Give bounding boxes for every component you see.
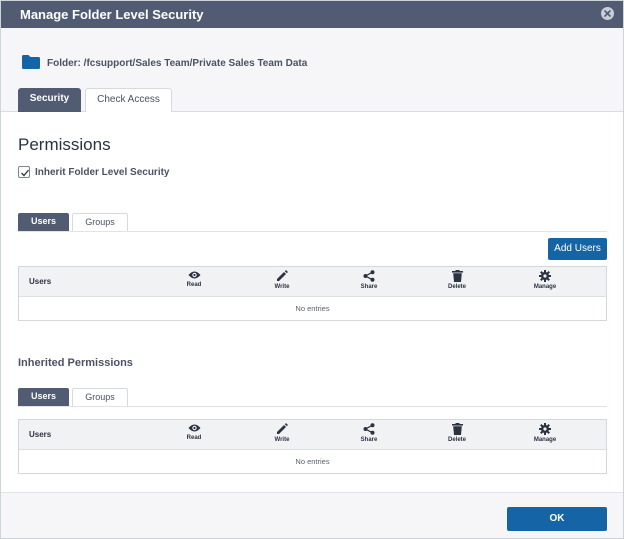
gear-icon: [539, 270, 551, 282]
tab-inherited-groups[interactable]: Groups: [72, 388, 128, 406]
manage-folder-security-dialog: Manage Folder Level Security Folder: /fc…: [0, 0, 624, 539]
trash-icon: [451, 423, 463, 435]
column-write-label: Write: [274, 284, 290, 290]
tab-check-access[interactable]: Check Access: [85, 88, 172, 112]
tab-divider: [18, 231, 607, 232]
column-read-label: Read: [186, 282, 202, 288]
trash-icon: [451, 270, 463, 282]
column-users: Users: [29, 430, 52, 439]
column-share: Share: [349, 270, 389, 290]
column-manage-label: Manage: [533, 437, 557, 443]
empty-message: No entries: [295, 457, 330, 466]
dialog-title: Manage Folder Level Security: [20, 7, 204, 22]
tab-security[interactable]: Security: [18, 88, 81, 112]
folder-icon: [22, 55, 40, 74]
column-manage: Manage: [525, 270, 565, 290]
table-header: Users Read Write Share Delete Manage: [19, 420, 606, 450]
inherited-permissions-table: Users Read Write Share Delete Manage No …: [18, 419, 607, 474]
column-delete-label: Delete: [447, 284, 466, 290]
close-icon[interactable]: [601, 7, 614, 20]
empty-message: No entries: [295, 304, 330, 313]
column-delete: Delete: [437, 423, 477, 443]
ok-button[interactable]: OK: [507, 507, 607, 531]
column-write: Write: [262, 423, 302, 443]
tab-inherited-users[interactable]: Users: [18, 388, 69, 406]
dialog-titlebar: Manage Folder Level Security: [1, 1, 623, 28]
column-users: Users: [29, 277, 52, 286]
column-share-label: Share: [360, 437, 378, 443]
pencil-icon: [277, 423, 288, 434]
gear-icon: [539, 423, 551, 435]
column-share: Share: [349, 423, 389, 443]
column-write-label: Write: [274, 437, 290, 443]
eye-icon: [188, 424, 200, 432]
inherited-permissions-heading: Inherited Permissions: [18, 357, 133, 369]
column-read: Read: [174, 423, 214, 441]
folder-path: Folder: /fcsupport/Sales Team/Private Sa…: [47, 58, 308, 69]
tab-permissions-groups[interactable]: Groups: [72, 213, 128, 231]
permissions-table: Users Read Write Share Delete Manage No …: [18, 266, 607, 321]
add-users-button[interactable]: Add Users: [548, 238, 607, 260]
share-icon: [363, 423, 375, 435]
column-delete: Delete: [437, 270, 477, 290]
column-share-label: Share: [360, 284, 378, 290]
column-write: Write: [262, 270, 302, 290]
dialog-footer: OK: [1, 492, 623, 538]
folder-header: Folder: /fcsupport/Sales Team/Private Sa…: [1, 28, 623, 112]
tab-permissions-users[interactable]: Users: [18, 213, 69, 231]
column-read-label: Read: [186, 435, 202, 441]
column-manage-label: Manage: [533, 284, 557, 290]
table-header: Users Read Write Share Delete Manage: [19, 267, 606, 297]
column-read: Read: [174, 270, 214, 288]
inherit-security-checkbox[interactable]: [18, 166, 30, 178]
pencil-icon: [277, 270, 288, 281]
share-icon: [363, 270, 375, 282]
inherit-security-label[interactable]: Inherit Folder Level Security: [35, 167, 169, 178]
permissions-heading: Permissions: [18, 135, 111, 154]
column-manage: Manage: [525, 423, 565, 443]
column-delete-label: Delete: [447, 437, 466, 443]
tab-divider: [18, 406, 607, 407]
eye-icon: [188, 271, 200, 279]
